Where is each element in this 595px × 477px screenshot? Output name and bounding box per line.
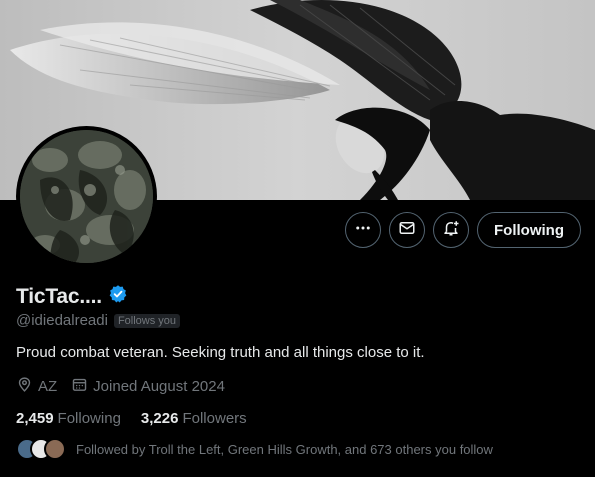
display-name: TicTac.... [16,284,102,308]
location-item: AZ [16,376,57,397]
profile-bio: Proud combat veteran. Seeking truth and … [16,344,425,361]
profile-meta: AZ Joined August 2024 [16,376,225,397]
following-stat[interactable]: 2,459 Following [16,410,121,427]
profile-avatar[interactable] [16,126,157,267]
envelope-icon [398,219,416,242]
name-row: TicTac.... [16,284,128,309]
profile-actions: Following [345,212,581,248]
followers-stat[interactable]: 3,226 Followers [141,410,247,427]
verified-badge-icon[interactable] [108,284,128,309]
joined-item: Joined August 2024 [71,376,225,397]
following-button[interactable]: Following [477,212,581,248]
avatar-image [20,130,153,263]
mutual-avatars [16,438,66,460]
followers-count: 3,226 [140,410,179,427]
following-count: 2,459 [16,410,54,427]
followers-label: Followers [182,410,247,427]
more-dots-icon [354,219,372,242]
followed-by-row[interactable]: Followed by Troll the Left, Green Hills … [16,438,493,460]
user-handle: @idiedalreadi [16,312,108,329]
follows-you-badge: Follows you [113,313,181,328]
message-button[interactable] [389,212,426,248]
followed-by-text: Followed by Troll the Left, Green Hills … [76,441,493,457]
more-button[interactable] [345,212,382,248]
location-pin-icon [16,376,33,397]
calendar-icon [71,376,88,397]
mutual-avatar [44,438,66,460]
handle-row: @idiedalreadi Follows you [16,312,181,329]
location-text: AZ [38,378,58,395]
joined-text: Joined August 2024 [93,378,225,395]
bell-plus-icon [442,219,460,242]
notifications-button[interactable] [433,212,470,248]
follow-stats: 2,459 Following 3,226 Followers [16,410,247,427]
following-label: Following [57,410,121,427]
